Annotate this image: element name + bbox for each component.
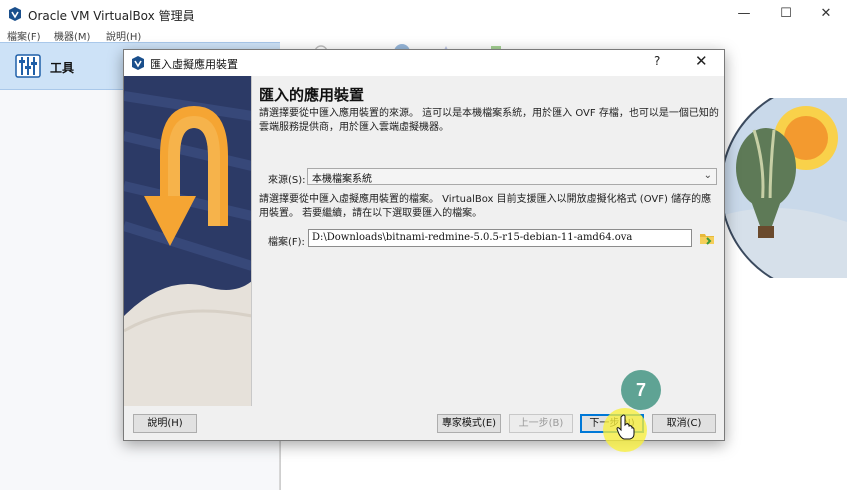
- chevron-down-icon: ⌄: [703, 170, 712, 181]
- menu-machine[interactable]: 機器(M): [54, 28, 90, 43]
- menu-help[interactable]: 說明(H): [106, 28, 141, 43]
- minimize-button[interactable]: —: [724, 4, 764, 24]
- file-label: 檔案(F):: [268, 237, 305, 248]
- file-path-input[interactable]: D:\Downloads\bitnami-redmine-5.0.5-r15-d…: [308, 229, 692, 247]
- main-titlebar: Oracle VM VirtualBox 管理員 — ☐ ✕: [0, 0, 847, 28]
- page-heading: 匯入的應用裝置: [259, 86, 365, 104]
- dialog-close-button[interactable]: ✕: [695, 52, 708, 70]
- maximize-button[interactable]: ☐: [766, 4, 806, 24]
- dialog-title: 匯入虛擬應用裝置: [150, 58, 238, 71]
- dialog-content: 匯入的應用裝置 請選擇要從中匯入應用裝置的來源。 這可以是本機檔案系統，用於匯入…: [253, 76, 724, 406]
- close-window-button[interactable]: ✕: [806, 4, 846, 24]
- step-number-badge: 7: [621, 370, 661, 410]
- source-select[interactable]: 本機檔案系統 ⌄: [307, 168, 717, 185]
- dialog-help-button[interactable]: ?: [654, 54, 660, 68]
- menu-file[interactable]: 檔案(F): [7, 28, 41, 43]
- virtualbox-logo-icon: [9, 7, 21, 21]
- hot-air-balloon-illustration: [720, 98, 847, 278]
- help-button[interactable]: 說明(H): [133, 414, 197, 433]
- hand-pointer-icon: [616, 414, 635, 440]
- cancel-button[interactable]: 取消(C): [652, 414, 716, 433]
- dialog-titlebar: 匯入虛擬應用裝置 ? ✕: [124, 50, 724, 76]
- menubar: 檔案(F) 機器(M) 說明(H): [0, 28, 847, 43]
- tools-label: 工具: [50, 61, 75, 75]
- source-label: 來源(S):: [268, 175, 306, 186]
- source-select-value: 本機檔案系統: [312, 174, 372, 185]
- virtualbox-logo-icon: [132, 56, 144, 70]
- intro-text: 請選擇要從中匯入應用裝置的來源。 這可以是本機檔案系統，用於匯入 OVF 存檔，…: [259, 108, 719, 133]
- tools-icon: [15, 54, 41, 78]
- import-arrow-illustration: [124, 76, 251, 406]
- window-title: Oracle VM VirtualBox 管理員: [28, 9, 195, 23]
- folder-open-icon[interactable]: [698, 229, 716, 247]
- file-help-text: 請選擇要從中匯入虛擬應用裝置的檔案。 VirtualBox 目前支援匯入以開放虛…: [259, 194, 712, 219]
- wizard-side-image: [124, 76, 252, 406]
- back-button[interactable]: 上一步(B): [509, 414, 573, 433]
- expert-mode-button[interactable]: 專家模式(E): [437, 414, 501, 433]
